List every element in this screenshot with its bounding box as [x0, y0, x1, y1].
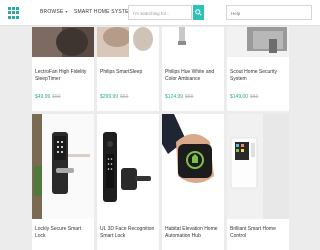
- product-image: [32, 114, 94, 219]
- product-image: [227, 27, 289, 57]
- product-card[interactable]: UL 3D Face Recognition Smart Lock: [97, 114, 159, 250]
- product-title[interactable]: Lockly Secure Smart Lock: [35, 226, 93, 239]
- product-card[interactable]: LectroFan High Fidelity SleepTimer $49.9…: [32, 27, 94, 111]
- search-button[interactable]: [193, 5, 204, 20]
- top-header: BROWSE▾ SMART HOME SYSTEMS▾ I'm searchin…: [0, 0, 320, 26]
- price-current: $124.99: [165, 94, 184, 100]
- product-title[interactable]: UL 3D Face Recognition Smart Lock: [100, 226, 158, 239]
- product-title[interactable]: Scout Home Security System: [230, 69, 288, 82]
- price-original: $59: [52, 94, 61, 100]
- help-field[interactable]: Help: [226, 5, 312, 20]
- product-card[interactable]: Brilliant Smart Home Control: [227, 114, 289, 250]
- price-current: $49.99: [35, 94, 51, 100]
- product-title[interactable]: Philips SmartSleep: [100, 69, 158, 76]
- nav-browse[interactable]: BROWSE ▾: [40, 9, 68, 15]
- product-card[interactable]: Scout Home Security System $149.00 $59: [227, 27, 289, 111]
- nav-browse-label: BROWSE: [40, 9, 64, 15]
- product-image: [227, 114, 289, 219]
- price-current: $299.99: [100, 94, 119, 100]
- product-card[interactable]: Habitat Elevation Home Automation Hub: [162, 114, 224, 250]
- product-title[interactable]: Habitat Elevation Home Automation Hub: [165, 226, 223, 239]
- search-input[interactable]: I'm searching for...: [128, 5, 192, 20]
- product-price: $149.00 $59: [230, 94, 258, 100]
- product-title[interactable]: Philips Hue White and Color Ambiance: [165, 69, 223, 82]
- product-image: [162, 27, 224, 57]
- product-title[interactable]: Brilliant Smart Home Control: [230, 226, 288, 239]
- product-card[interactable]: Lockly Secure Smart Lock: [32, 114, 94, 250]
- price-original: $59: [250, 94, 259, 100]
- product-price: $124.99 $59: [165, 94, 193, 100]
- price-original: $59: [120, 94, 129, 100]
- product-image: [162, 114, 224, 219]
- grid-logo-icon[interactable]: [8, 7, 20, 19]
- price-original: $59: [185, 94, 194, 100]
- product-card[interactable]: Philips SmartSleep $299.99 $59: [97, 27, 159, 111]
- product-card[interactable]: Philips Hue White and Color Ambiance $12…: [162, 27, 224, 111]
- product-image: [32, 27, 94, 57]
- product-image: [97, 27, 159, 57]
- price-current: $149.00: [230, 94, 249, 100]
- product-image: [97, 114, 159, 219]
- chevron-down-icon: ▾: [65, 9, 68, 14]
- product-title[interactable]: LectroFan High Fidelity SleepTimer: [35, 69, 93, 82]
- product-price: $49.99 $59: [35, 94, 61, 100]
- product-price: $299.99 $59: [100, 94, 128, 100]
- search-icon: [195, 9, 202, 16]
